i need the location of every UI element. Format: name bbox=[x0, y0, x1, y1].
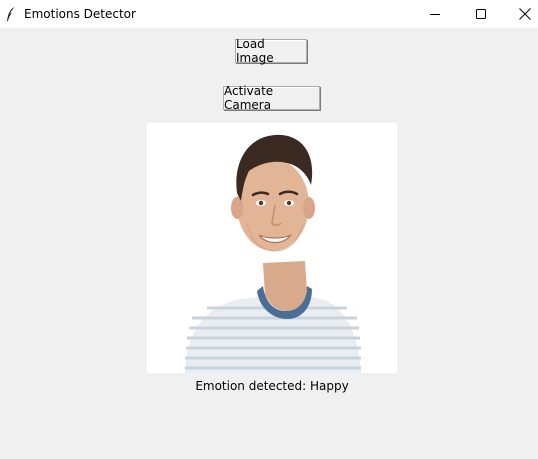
close-button[interactable] bbox=[502, 0, 538, 28]
smiling-man-photo bbox=[147, 123, 397, 373]
feather-icon bbox=[7, 7, 15, 21]
window-title: Emotions Detector bbox=[24, 7, 136, 21]
load-image-button[interactable]: Load Image bbox=[235, 37, 307, 65]
activate-camera-button[interactable]: Activate Camera bbox=[223, 84, 320, 112]
app-window: Emotions Detector Load Image Activate Ca… bbox=[0, 0, 538, 459]
maximize-button[interactable] bbox=[458, 0, 504, 28]
close-icon bbox=[519, 8, 531, 20]
minimize-button[interactable] bbox=[412, 0, 458, 28]
image-display bbox=[147, 123, 397, 373]
title-bar[interactable]: Emotions Detector bbox=[0, 0, 538, 28]
minimize-icon bbox=[429, 13, 440, 15]
emotion-result-label: Emotion detected: Happy bbox=[195, 379, 349, 393]
maximize-icon bbox=[475, 8, 486, 19]
